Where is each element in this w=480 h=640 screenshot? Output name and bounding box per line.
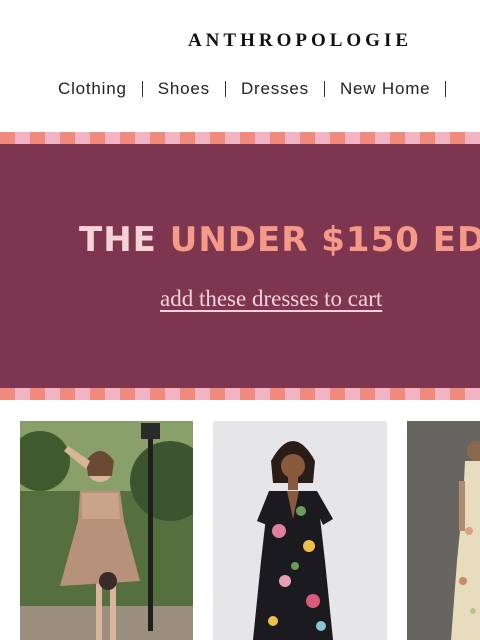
- add-dresses-to-cart-link[interactable]: add these dresses to cart: [160, 286, 382, 312]
- product-image-gingham-dress[interactable]: [20, 421, 193, 640]
- banner-stripe-bottom: [0, 388, 480, 400]
- brand-logo[interactable]: ANTHROPOLOGIE: [0, 30, 480, 52]
- nav-item-dresses[interactable]: Dresses: [241, 79, 309, 99]
- nav-divider: [224, 81, 226, 97]
- nav-item-shoes[interactable]: Shoes: [158, 79, 210, 99]
- nav-divider: [323, 81, 325, 97]
- product-image-cream-floral-dress[interactable]: [407, 421, 480, 640]
- banner-stripe-top: [0, 132, 480, 144]
- nav-divider: [445, 81, 447, 97]
- product-photo: [20, 421, 193, 640]
- product-image-floral-maxi-dress[interactable]: [213, 421, 387, 640]
- nav-item-clothing[interactable]: Clothing: [58, 79, 127, 99]
- product-photo: [213, 421, 387, 640]
- main-nav: Clothing Shoes Dresses New Home: [58, 78, 461, 100]
- promo-headline: THE UNDER $150 ED: [79, 218, 480, 262]
- product-photo: [407, 421, 480, 640]
- nav-item-new-home[interactable]: New Home: [340, 79, 430, 99]
- promo-banner[interactable]: [0, 132, 480, 400]
- promo-headline-lead: THE: [79, 220, 157, 260]
- promo-headline-accent: UNDER $150 ED: [169, 220, 480, 260]
- nav-divider: [141, 81, 143, 97]
